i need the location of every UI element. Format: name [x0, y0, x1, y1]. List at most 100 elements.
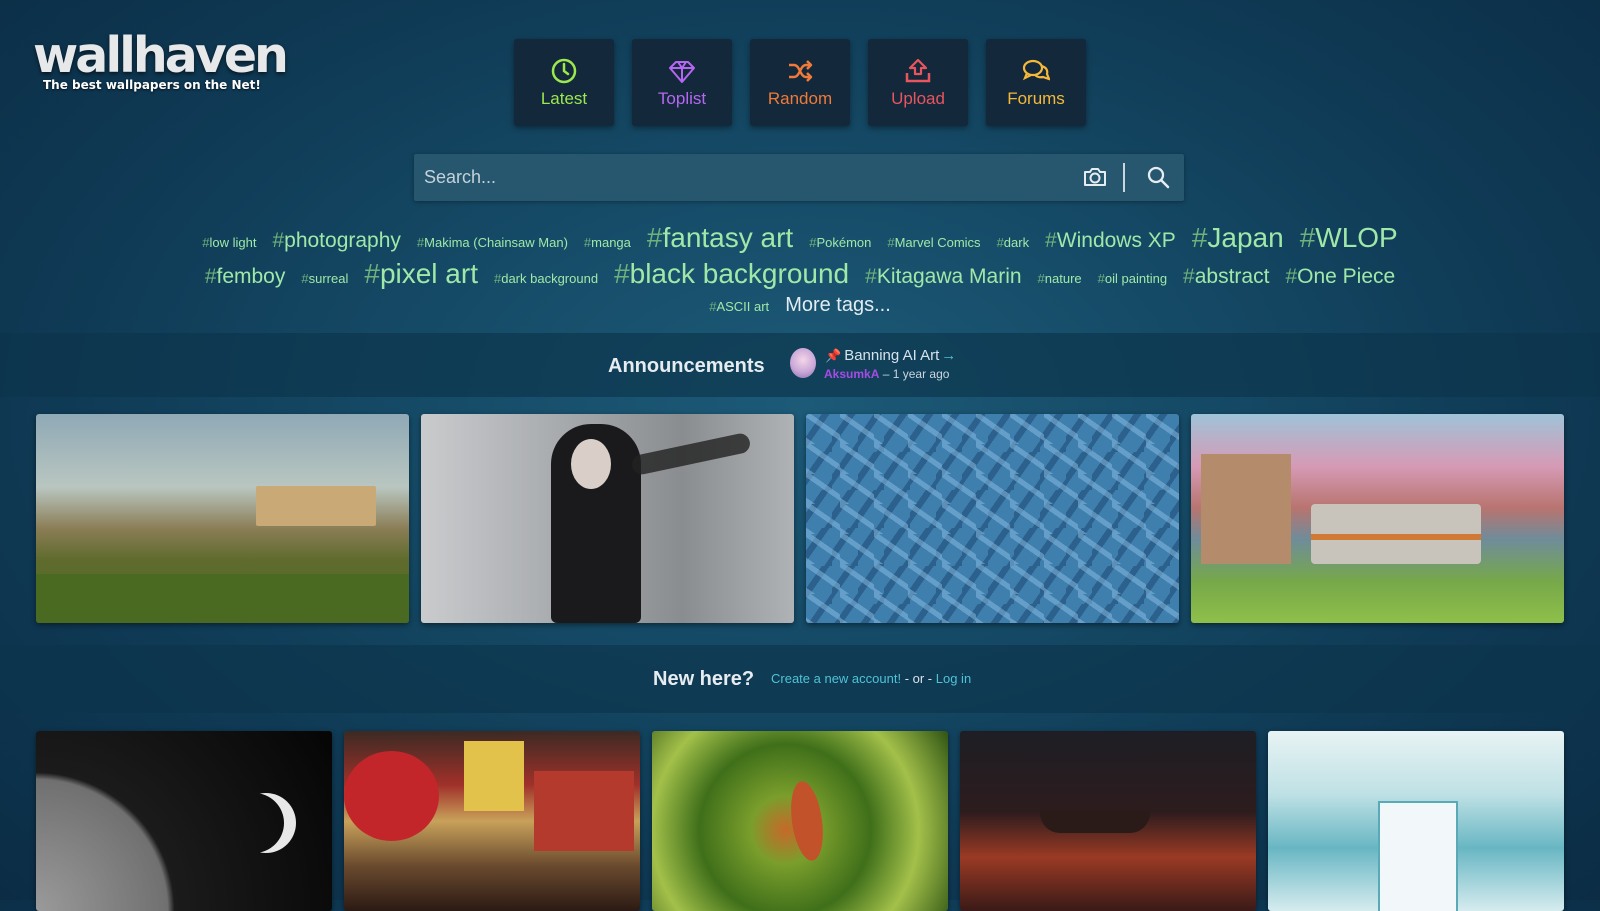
main-nav: Latest Toplist Random Upload Forums: [514, 39, 1086, 126]
tag-label: dark background: [501, 271, 599, 286]
tag-label: femboy: [216, 265, 286, 288]
nav-upload-label: Upload: [891, 88, 945, 108]
wallpaper-thumb-landscape-painting[interactable]: [36, 414, 409, 623]
nav-forums-label: Forums: [1007, 88, 1065, 108]
tag-link[interactable]: #Makima (Chainsaw Man): [417, 235, 568, 250]
search-icon[interactable]: [1145, 164, 1171, 190]
nav-random-button[interactable]: Random: [750, 39, 850, 126]
logo-title: wallhaven: [33, 27, 289, 84]
tag-link[interactable]: #Windows XP: [1045, 229, 1176, 253]
upload-icon: [905, 58, 931, 82]
tag-link[interactable]: #WLOP: [1300, 222, 1398, 254]
tag-label: Japan: [1207, 222, 1284, 253]
tag-link[interactable]: #fantasy art: [647, 222, 793, 254]
tag-label: oil painting: [1104, 271, 1168, 286]
tag-link[interactable]: #photography: [272, 229, 400, 253]
hash-icon: #: [996, 235, 1004, 250]
more-tags-link[interactable]: More tags...: [785, 294, 891, 317]
new-here-bar: New here? Create a new account! - or - L…: [0, 645, 1600, 713]
tag-link[interactable]: #oil painting: [1098, 271, 1167, 286]
tag-link[interactable]: #manga: [584, 235, 631, 250]
tag-label: abstract: [1194, 265, 1270, 288]
tag-label: photography: [284, 229, 401, 252]
tag-link[interactable]: #abstract: [1183, 265, 1269, 289]
hash-icon: #: [1045, 229, 1057, 252]
clock-icon: [551, 58, 577, 83]
wallpaper-thumb-library[interactable]: [1268, 731, 1564, 911]
nav-toplist-label: Toplist: [657, 88, 707, 108]
wallpaper-thumb-blue-mosaic[interactable]: [806, 414, 1179, 623]
nav-toplist-button[interactable]: Toplist: [632, 39, 732, 126]
tag-link[interactable]: #nature: [1038, 271, 1082, 286]
tag-label: WLOP: [1315, 222, 1398, 253]
tag-link[interactable]: #low light: [202, 235, 256, 250]
tag-row: #low light #photography #Makima (Chainsaw …: [190, 222, 1410, 258]
tag-label: low light: [209, 235, 257, 250]
hash-icon: #: [364, 258, 380, 289]
announcement-title: Banning AI Art: [844, 347, 940, 364]
tag-label: One Piece: [1297, 265, 1396, 288]
nav-latest-label: Latest: [540, 88, 588, 108]
announcement-bar: Announcements 📌 Banning AI Art → AksumkA –…: [0, 333, 1600, 397]
create-account-link[interactable]: Create a new account!: [771, 671, 901, 686]
tag-link[interactable]: #Kitagawa Marin: [865, 265, 1021, 289]
tag-row: #femboy #surreal #pixel art #dark backgroun…: [190, 258, 1410, 294]
announcement-meta: AksumkA – 1 year ago: [824, 367, 949, 381]
site-logo[interactable]: wallhaven The best wallpapers on the Net…: [33, 27, 289, 93]
popular-tags: #low light #photography #Makima (Chainsaw …: [190, 222, 1410, 324]
wallpaper-thumb-woman[interactable]: [421, 414, 794, 623]
nav-forums-button[interactable]: Forums: [986, 39, 1086, 126]
tag-label: Pokémon: [816, 235, 872, 250]
nav-latest-button[interactable]: Latest: [514, 39, 614, 126]
wallpaper-thumb-hummingbird[interactable]: [652, 731, 948, 911]
logo-tagline: The best wallpapers on the Net!: [43, 78, 261, 92]
hash-icon: #: [1285, 265, 1298, 288]
tag-label: black background: [629, 258, 850, 289]
hash-icon: #: [1183, 265, 1195, 288]
announcement-link[interactable]: 📌 Banning AI Art →: [825, 347, 956, 364]
tag-link[interactable]: #dark: [997, 235, 1030, 250]
tag-link[interactable]: #surreal: [301, 271, 348, 286]
new-here-heading: New here?: [653, 668, 755, 690]
tag-link[interactable]: #One Piece: [1285, 265, 1395, 289]
login-link[interactable]: Log in: [936, 671, 971, 686]
tag-link[interactable]: #black background: [614, 258, 849, 290]
tag-label: Marvel Comics: [894, 235, 981, 250]
chat-icon: [1022, 59, 1050, 80]
announcement-time: – 1 year ago: [882, 367, 950, 381]
tag-label: dark: [1003, 235, 1030, 250]
or-text: - or -: [901, 671, 936, 686]
nav-upload-button[interactable]: Upload: [868, 39, 968, 126]
tag-link[interactable]: #dark background: [494, 271, 598, 286]
hash-icon: #: [614, 258, 630, 289]
tag-label: ASCII art: [716, 299, 770, 314]
tag-label: nature: [1044, 271, 1082, 286]
tag-link[interactable]: #Marvel Comics: [887, 235, 980, 250]
tag-row: #ASCII art More tags...: [190, 294, 1410, 324]
shuffle-icon: [789, 59, 813, 82]
wallpaper-thumb-piccadilly[interactable]: [344, 731, 640, 911]
tag-link[interactable]: #Pokémon: [809, 235, 871, 250]
tag-link[interactable]: #ASCII art: [709, 299, 769, 314]
tag-link[interactable]: #pixel art: [364, 258, 478, 290]
wallpaper-thumb-anime-train[interactable]: [1191, 414, 1564, 623]
tag-link[interactable]: #femboy: [205, 265, 286, 289]
search-input[interactable]: [414, 154, 1054, 201]
moon-crescent: [236, 793, 296, 853]
hash-icon: #: [1097, 271, 1105, 286]
nav-random-label: Random: [767, 88, 833, 108]
announcement-user[interactable]: AksumkA: [824, 367, 879, 381]
announcements-heading: Announcements: [608, 355, 765, 377]
hash-icon: #: [301, 271, 309, 286]
diamond-icon: [669, 60, 695, 83]
search-bar: [414, 154, 1184, 201]
hash-icon: #: [887, 235, 895, 250]
tag-label: fantasy art: [662, 222, 794, 253]
avatar[interactable]: [790, 348, 816, 378]
wallpaper-thumb-moon[interactable]: [36, 731, 332, 911]
tag-link[interactable]: #Japan: [1192, 222, 1284, 254]
camera-icon[interactable]: [1082, 164, 1108, 190]
wallpaper-thumb-boat-sunset[interactable]: [960, 731, 1256, 911]
hash-icon: #: [1299, 222, 1316, 253]
new-here-links: Create a new account! - or - Log in: [771, 671, 971, 686]
